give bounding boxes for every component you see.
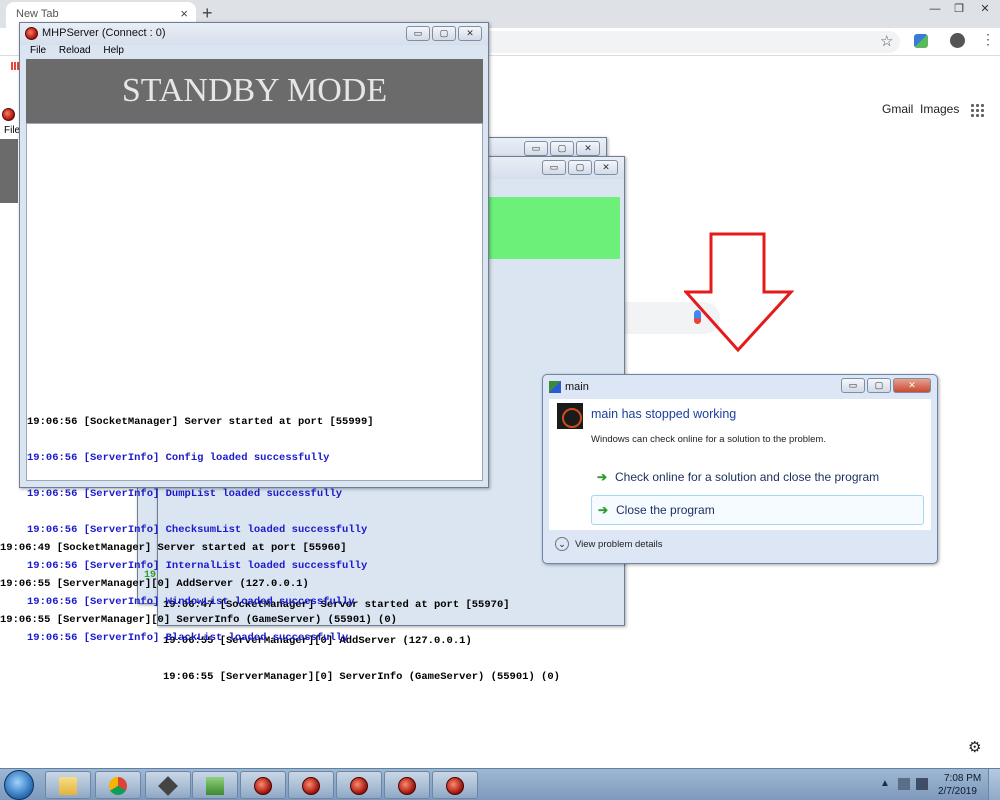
log-line: 19:06:55 [ServerManager][0] ServerInfo (…	[163, 671, 560, 683]
network-icon[interactable]	[898, 778, 910, 790]
mhp-icon	[350, 777, 368, 795]
tray-overflow-icon[interactable]: ▲	[880, 778, 890, 789]
red-arrow-annotation	[684, 232, 794, 353]
chevron-down-icon: ⌄	[555, 537, 569, 551]
menu-help[interactable]: Help	[103, 45, 124, 56]
details-label: View problem details	[575, 539, 663, 550]
log-panel: 19:06:56 [SocketManager] Server started …	[26, 123, 483, 644]
green-arrow-icon: ➔	[598, 503, 609, 517]
status-panel-green	[488, 197, 620, 259]
account-icon[interactable]	[950, 33, 965, 48]
taskbar: ▲ 7:08 PM 2/7/2019	[0, 768, 1000, 800]
show-desktop-button[interactable]	[988, 769, 1000, 800]
dialog-body: main has stopped working Windows can che…	[549, 399, 931, 530]
mhp-icon	[302, 777, 320, 795]
minimize-button[interactable]: ▭	[524, 141, 548, 156]
log-line: 19:06:56 [SocketManager] Server started …	[27, 416, 374, 428]
close-program-option[interactable]: ➔ Close the program	[591, 495, 924, 525]
option-label: Check online for a solution and close th…	[615, 470, 880, 484]
taskbar-chrome[interactable]	[95, 771, 141, 799]
menu-reload[interactable]: Reload	[59, 45, 91, 56]
close-button[interactable]: ✕	[594, 160, 618, 175]
mhp-icon	[254, 777, 272, 795]
images-link[interactable]: Images	[920, 102, 959, 116]
mhp-icon	[446, 777, 464, 795]
close-button[interactable]: ✕	[458, 26, 482, 41]
browser-menu-icon[interactable]: ⋮	[981, 31, 995, 48]
app-icon	[557, 403, 583, 429]
minimize-button[interactable]: ▭	[406, 26, 430, 41]
maximize-button[interactable]: ▢	[550, 141, 574, 156]
close-button[interactable]: ✕	[972, 0, 998, 18]
option-label: Close the program	[616, 503, 715, 517]
mhp-server-window[interactable]: MHPServer (Connect : 0) ▭ ▢ ✕ File Reloa…	[19, 22, 489, 644]
close-button[interactable]: ✕	[576, 141, 600, 156]
title-bar[interactable]: MHPServer (Connect : 0) ▭ ▢ ✕	[20, 23, 488, 45]
dialog-title: main	[565, 381, 589, 393]
volume-icon[interactable]	[916, 778, 928, 790]
extension-icon[interactable]	[914, 34, 928, 48]
taskbar-app-check[interactable]	[192, 771, 238, 799]
maximize-button[interactable]: ▢	[568, 160, 592, 175]
taskbar-mhp-2[interactable]	[288, 771, 334, 799]
log-line: 19:06:56 [ServerInfo] Config loaded succ…	[27, 452, 330, 464]
close-button[interactable]: ✕	[893, 378, 931, 393]
restore-button[interactable]: ❐	[946, 0, 972, 18]
menu-bar: File Reload Help	[20, 45, 488, 59]
gmail-link[interactable]: Gmail	[882, 102, 913, 116]
folder-icon	[59, 777, 77, 795]
minimize-button[interactable]: ▭	[542, 160, 566, 175]
minimize-button[interactable]: ▭	[841, 378, 865, 393]
mhp-window-left: File	[0, 103, 20, 568]
dialog-subtext: Windows can check online for a solution …	[591, 434, 826, 445]
menu-file-fragment[interactable]: File	[4, 125, 20, 136]
error-dialog[interactable]: main ▭ ▢ ✕ main has stopped working Wind…	[542, 374, 938, 564]
tab-close-icon[interactable]: ×	[180, 6, 188, 21]
address-bar[interactable]	[460, 31, 900, 53]
server-log-left: 19:06:49 [SocketManager] Server started …	[0, 518, 397, 638]
green-arrow-icon: ➔	[597, 470, 608, 484]
program-icon	[549, 381, 561, 393]
taskbar-mhp-3[interactable]	[336, 771, 382, 799]
mhp-app-icon	[2, 108, 15, 121]
dialog-title-bar[interactable]: main ▭ ▢ ✕	[543, 375, 937, 399]
bookmark-star-icon[interactable]: ☆	[880, 32, 893, 50]
maximize-button[interactable]: ▢	[867, 378, 891, 393]
log-line: 19:06:56 [ServerInfo] DumpList loaded su…	[27, 488, 343, 500]
maximize-button[interactable]: ▢	[432, 26, 456, 41]
clock-time[interactable]: 7:08 PM	[944, 773, 981, 784]
bookmarks-apps-icon[interactable]	[11, 62, 19, 70]
menu-file[interactable]: File	[30, 45, 46, 56]
start-button[interactable]	[4, 770, 34, 800]
mhp-app-icon	[25, 27, 38, 40]
taskbar-mhp-1[interactable]	[240, 771, 286, 799]
clock-date[interactable]: 2/7/2019	[938, 786, 977, 797]
standby-banner-fragment	[0, 139, 18, 203]
tab-title: New Tab	[16, 8, 59, 20]
taskbar-explorer[interactable]	[45, 771, 91, 799]
settings-gear-icon[interactable]: ⚙	[968, 738, 981, 756]
google-apps-icon[interactable]	[970, 103, 984, 117]
window-title: MHPServer (Connect : 0)	[42, 27, 166, 39]
log-line: 19:06:49 [SocketManager] Server started …	[0, 542, 347, 554]
dialog-heading: main has stopped working	[591, 407, 737, 421]
log-line: 19:06:55 [ServerManager][0] ServerInfo (…	[0, 614, 397, 626]
view-details-toggle[interactable]: ⌄ View problem details	[555, 537, 662, 551]
standby-banner: STANDBY MODE	[26, 59, 483, 123]
box-icon	[158, 776, 178, 796]
minimize-button[interactable]: —	[922, 0, 948, 18]
mhp-icon	[398, 777, 416, 795]
taskbar-mhp-4[interactable]	[384, 771, 430, 799]
check-icon	[206, 777, 224, 795]
new-tab-button[interactable]: +	[202, 3, 213, 24]
check-online-option[interactable]: ➔ Check online for a solution and close …	[591, 463, 924, 493]
taskbar-app-box[interactable]	[145, 771, 191, 799]
log-line: 19:06:55 [ServerManager][0] AddServer (1…	[0, 578, 309, 590]
chrome-icon	[109, 777, 127, 795]
taskbar-mhp-5[interactable]	[432, 771, 478, 799]
